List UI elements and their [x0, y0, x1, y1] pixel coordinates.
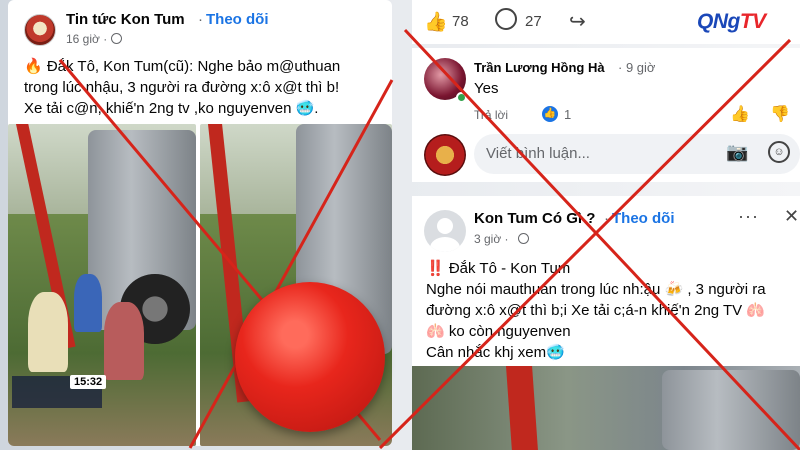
bystander	[104, 302, 144, 380]
comment-item: Trần Lương Hồng Hà · 9 giờ Yes Trả lời 👍…	[412, 48, 800, 130]
share-icon[interactable]: ↪	[569, 9, 586, 34]
accident-photo-1[interactable]: 15:32	[8, 124, 196, 446]
commenter-name[interactable]: Trần Lương Hồng Hà	[474, 60, 605, 75]
comment-time: · 9 giờ	[618, 60, 656, 75]
online-status-dot	[456, 92, 467, 103]
separator-dot: ·	[198, 11, 203, 28]
right-facebook-post: Kon Tum Có Gì ? · Theo dõi ··· ✕ 3 giờ ·…	[412, 196, 800, 450]
like-reaction-icon: 👍	[542, 106, 558, 122]
camera-icon[interactable]: 📷	[726, 142, 748, 163]
separator-dot: ·	[604, 210, 609, 227]
comment-input[interactable]: Viết bình luận... 📷 ☺	[474, 134, 800, 174]
comment-icon[interactable]	[495, 8, 517, 30]
post-header: Tin tức Kon Tum · Theo dõi 16 giờ ·	[8, 0, 392, 52]
follow-button[interactable]: Theo dõi	[206, 11, 269, 28]
post-text-line: Xe tải c@n, khiế'n 2ng tv ,ko nguyenven …	[24, 100, 319, 117]
comment-text: Yes	[474, 80, 499, 97]
globe-icon	[518, 233, 529, 244]
truck-cab	[662, 370, 800, 450]
post-text-line: Cân nhắc khj xem🥶	[426, 344, 565, 361]
globe-icon	[111, 33, 122, 44]
reply-button[interactable]: Trả lời	[474, 108, 508, 122]
page-name[interactable]: Tin tức Kon Tum	[66, 11, 185, 28]
logo-accent: TV	[739, 10, 766, 33]
red-warning-stamp	[235, 282, 385, 432]
accident-photo-3[interactable]	[412, 366, 800, 450]
comment-placeholder: Viết bình luận...	[486, 145, 590, 162]
logo-main: QNg	[697, 10, 740, 33]
thumbs-up-icon[interactable]: 👍	[730, 104, 750, 124]
avatar-body	[430, 237, 460, 252]
follow-button[interactable]: Theo dõi	[612, 210, 675, 227]
post-text-line: 🫁 ko còn nguyenven	[426, 323, 571, 340]
thumbs-down-icon[interactable]: 👎	[770, 104, 790, 124]
screenshot-collage: Tin tức Kon Tum · Theo dõi 16 giờ · 🔥 Đắ…	[0, 0, 800, 450]
police-officer	[28, 292, 68, 372]
comment-like-count[interactable]: 1	[564, 107, 571, 122]
page-name[interactable]: Kon Tum Có Gì ?	[474, 210, 595, 227]
close-icon[interactable]: ✕	[784, 206, 799, 227]
post-text-line: trong lúc nhậu, 3 người ra đường x:ô x@t…	[24, 79, 340, 96]
more-options-icon[interactable]: ···	[738, 206, 759, 227]
comment-composer: Viết bình luận... 📷 ☺	[412, 130, 800, 182]
default-avatar[interactable]	[424, 210, 466, 252]
bystander	[74, 274, 102, 332]
like-count[interactable]: 78	[452, 13, 469, 30]
avatar-head	[437, 218, 453, 234]
page-avatar[interactable]	[24, 14, 56, 46]
like-icon[interactable]: 👍	[424, 10, 448, 34]
emoji-icon[interactable]: ☺	[768, 141, 790, 163]
red-barrier-pole	[506, 366, 539, 450]
qngtv-logo: QNgTV	[697, 10, 766, 34]
post-text-line: Nghe nói mauthuan trong lúc nh:ậu 🍻 , 3 …	[426, 281, 766, 298]
post-text: ‼️ Đắk Tô - Kon Tum Nghe nói mauthuan tr…	[426, 258, 798, 363]
post-text-line: ‼️ Đắk Tô - Kon Tum	[426, 260, 571, 277]
post-time[interactable]: 16 giờ ·	[66, 32, 107, 46]
post-text-line: 🔥 Đắk Tô, Kon Tum(cũ): Nghe bảo m@uthuan	[24, 58, 341, 75]
post-time[interactable]: 3 giờ ·	[474, 232, 509, 246]
user-avatar[interactable]	[424, 134, 466, 176]
comment-count[interactable]: 27	[525, 13, 542, 30]
post-text: 🔥 Đắk Tô, Kon Tum(cũ): Nghe bảo m@uthuan…	[24, 56, 384, 119]
video-clock: 15:32	[70, 375, 107, 389]
post-text-line: đường x:ô x@t thì b;i Xe tải c;á-n khiế'…	[426, 302, 766, 319]
